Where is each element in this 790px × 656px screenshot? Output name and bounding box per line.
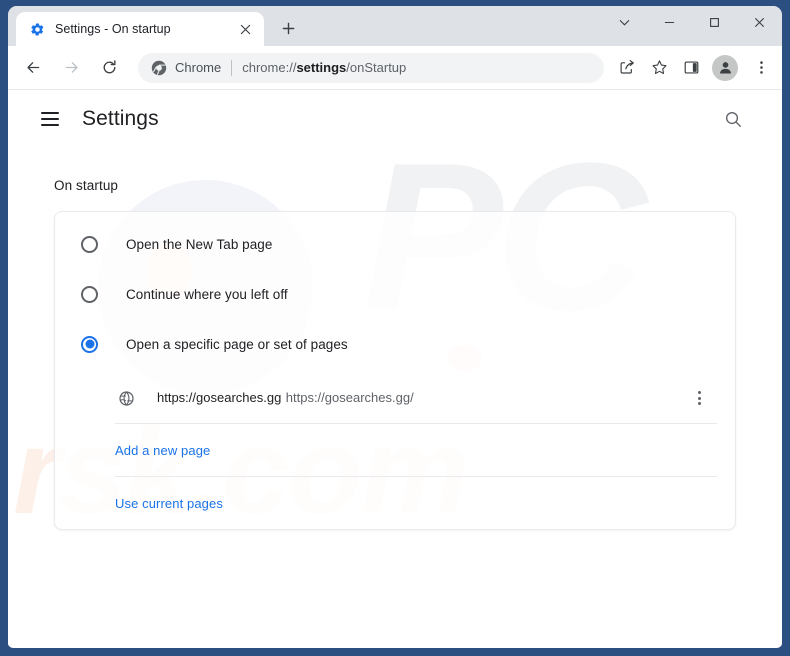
- browser-window-frame: Settings - On startup Chrome chrome://se…: [0, 0, 790, 656]
- reload-button[interactable]: [94, 53, 124, 83]
- radio-label: Continue where you left off: [126, 286, 288, 302]
- page-title: Settings: [82, 107, 159, 130]
- omnibox-separator: [231, 59, 233, 76]
- omnibox-chip-label: Chrome: [175, 60, 222, 75]
- use-current-pages-link[interactable]: Use current pages: [115, 496, 223, 511]
- startup-page-three-dot-menu-icon[interactable]: [685, 384, 713, 412]
- settings-header: Settings: [8, 90, 782, 148]
- startup-page-text: https://gosearches.gg https://gosearches…: [157, 388, 685, 408]
- close-window-icon[interactable]: [737, 6, 782, 39]
- startup-page-url: https://gosearches.gg/: [285, 390, 414, 405]
- three-dot-menu-icon: [759, 61, 763, 74]
- omnibox-url: chrome://settings/onStartup: [242, 60, 406, 75]
- add-new-page-link[interactable]: Add a new page: [115, 443, 210, 458]
- share-button[interactable]: [612, 53, 642, 83]
- maximize-icon[interactable]: [692, 6, 737, 39]
- startup-page-title: https://gosearches.gg: [157, 390, 282, 405]
- new-tab-button[interactable]: [274, 14, 302, 42]
- account-avatar-icon: [719, 62, 731, 74]
- share-icon: [620, 59, 634, 74]
- radio-indicator[interactable]: [81, 285, 98, 303]
- browser-window: Settings - On startup Chrome chrome://se…: [8, 6, 782, 648]
- section-title-on-startup: On startup: [54, 178, 119, 193]
- settings-content: On startup Open the New Tab page Continu…: [8, 148, 782, 530]
- settings-gear-icon: [29, 21, 45, 37]
- reload-icon: [103, 60, 116, 74]
- forward-button[interactable]: [56, 53, 86, 83]
- profile-avatar[interactable]: [712, 54, 738, 81]
- arrow-left-icon: [26, 62, 39, 73]
- url-suffix: /onStartup: [346, 60, 407, 75]
- search-icon: [725, 111, 741, 127]
- side-panel-icon: [684, 61, 698, 74]
- star-icon: [651, 60, 667, 75]
- arrow-right-icon: [65, 62, 78, 73]
- browser-tab-settings[interactable]: Settings - On startup: [16, 12, 264, 46]
- use-current-pages-row[interactable]: Use current pages: [55, 477, 735, 529]
- radio-indicator-selected[interactable]: [81, 335, 98, 353]
- chrome-menu-button[interactable]: [746, 53, 776, 83]
- address-bar[interactable]: Chrome chrome://settings/onStartup: [138, 52, 604, 83]
- url-prefix: chrome://: [242, 60, 297, 75]
- startup-page-row[interactable]: https://gosearches.gg https://gosearches…: [55, 375, 735, 423]
- tab-strip: Settings - On startup: [8, 6, 782, 46]
- browser-toolbar: Chrome chrome://settings/onStartup: [8, 46, 782, 90]
- bookmark-button[interactable]: [644, 53, 674, 83]
- radio-option-new-tab-page[interactable]: Open the New Tab page: [55, 219, 735, 269]
- globe-icon: [117, 389, 135, 407]
- side-panel-button[interactable]: [676, 53, 706, 83]
- radio-option-specific-pages[interactable]: Open a specific page or set of pages: [55, 319, 735, 369]
- tab-title: Settings - On startup: [55, 22, 171, 36]
- radio-label: Open the New Tab page: [126, 236, 273, 252]
- on-startup-card: Open the New Tab page Continue where you…: [54, 211, 736, 530]
- add-new-page-row[interactable]: Add a new page: [55, 424, 735, 476]
- search-settings-button[interactable]: [716, 102, 750, 136]
- tab-search-chevron-down-icon[interactable]: [602, 6, 647, 39]
- settings-page: PC rsk.com Settings On startup: [8, 90, 782, 646]
- close-icon[interactable]: [234, 18, 256, 40]
- radio-label: Open a specific page or set of pages: [126, 336, 348, 352]
- window-controls: [602, 6, 782, 46]
- radio-indicator[interactable]: [81, 235, 98, 253]
- radio-option-continue-where-left-off[interactable]: Continue where you left off: [55, 269, 735, 319]
- back-button[interactable]: [18, 53, 48, 83]
- chrome-logo-icon: [150, 59, 167, 76]
- minimize-icon[interactable]: [647, 6, 692, 39]
- url-strong: settings: [296, 60, 347, 75]
- hamburger-menu-icon[interactable]: [36, 105, 64, 133]
